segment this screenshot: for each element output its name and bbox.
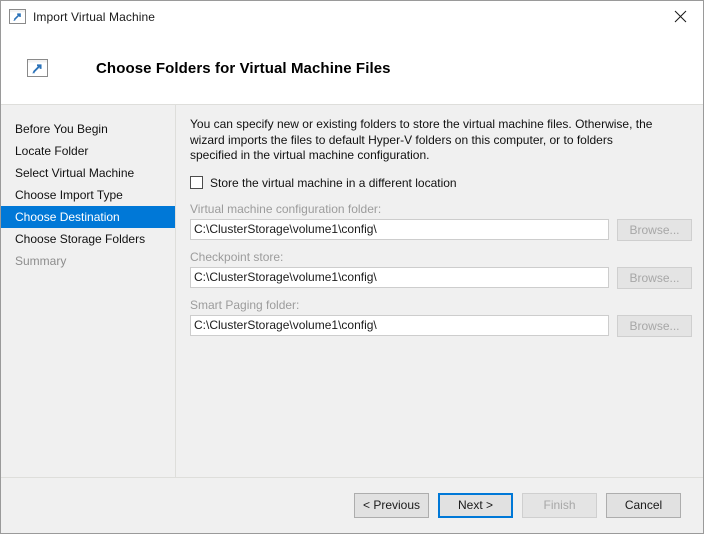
sidebar-item-summary: Summary <box>1 250 175 272</box>
sidebar-item-choose-storage-folders[interactable]: Choose Storage Folders <box>1 228 175 250</box>
vm-configuration-folder-row: C:\ClusterStorage\volume1\config\ Browse… <box>190 219 692 241</box>
window-title: Import Virtual Machine <box>33 10 155 24</box>
close-icon[interactable] <box>657 1 703 31</box>
checkpoint-store-row: C:\ClusterStorage\volume1\config\ Browse… <box>190 267 692 289</box>
smart-paging-folder-browse-button: Browse... <box>617 315 692 337</box>
checkpoint-store-browse-button: Browse... <box>617 267 692 289</box>
sidebar-item-select-virtual-machine[interactable]: Select Virtual Machine <box>1 162 175 184</box>
vm-configuration-folder-group: Virtual machine configuration folder: C:… <box>190 202 692 241</box>
previous-button[interactable]: < Previous <box>354 493 429 518</box>
smart-paging-folder-input[interactable]: C:\ClusterStorage\volume1\config\ <box>190 315 609 336</box>
vm-configuration-folder-input[interactable]: C:\ClusterStorage\volume1\config\ <box>190 219 609 240</box>
checkpoint-store-input[interactable]: C:\ClusterStorage\volume1\config\ <box>190 267 609 288</box>
smart-paging-folder-group: Smart Paging folder: C:\ClusterStorage\v… <box>190 298 692 337</box>
page-title: Choose Folders for Virtual Machine Files <box>96 60 391 77</box>
dialog-footer: < Previous Next > Finish Cancel <box>1 477 703 533</box>
import-vm-icon <box>27 59 48 77</box>
checkpoint-store-group: Checkpoint store: C:\ClusterStorage\volu… <box>190 250 692 289</box>
cancel-button[interactable]: Cancel <box>606 493 681 518</box>
store-different-location-label: Store the virtual machine in a different… <box>210 176 457 190</box>
title-bar: Import Virtual Machine <box>1 1 703 32</box>
smart-paging-folder-row: C:\ClusterStorage\volume1\config\ Browse… <box>190 315 692 337</box>
intro-text: You can specify new or existing folders … <box>190 117 656 164</box>
sidebar-item-choose-import-type[interactable]: Choose Import Type <box>1 184 175 206</box>
checkpoint-store-label: Checkpoint store: <box>190 250 692 264</box>
vm-configuration-folder-label: Virtual machine configuration folder: <box>190 202 692 216</box>
dialog-body: Before You Begin Locate Folder Select Vi… <box>1 105 703 477</box>
main-content: You can specify new or existing folders … <box>176 105 704 477</box>
smart-paging-folder-label: Smart Paging folder: <box>190 298 692 312</box>
wizard-steps-sidebar: Before You Begin Locate Folder Select Vi… <box>1 105 176 477</box>
sidebar-item-locate-folder[interactable]: Locate Folder <box>1 140 175 162</box>
store-different-location-checkbox[interactable] <box>190 176 203 189</box>
sidebar-item-before-you-begin[interactable]: Before You Begin <box>1 118 175 140</box>
page-header: Choose Folders for Virtual Machine Files <box>1 32 703 105</box>
vm-configuration-folder-browse-button: Browse... <box>617 219 692 241</box>
next-button[interactable]: Next > <box>438 493 513 518</box>
import-virtual-machine-dialog: Import Virtual Machine Choose Folders fo… <box>0 0 704 534</box>
import-vm-icon <box>9 9 26 24</box>
finish-button: Finish <box>522 493 597 518</box>
sidebar-item-choose-destination[interactable]: Choose Destination <box>1 206 175 228</box>
store-different-location-checkbox-row[interactable]: Store the virtual machine in a different… <box>190 176 692 190</box>
